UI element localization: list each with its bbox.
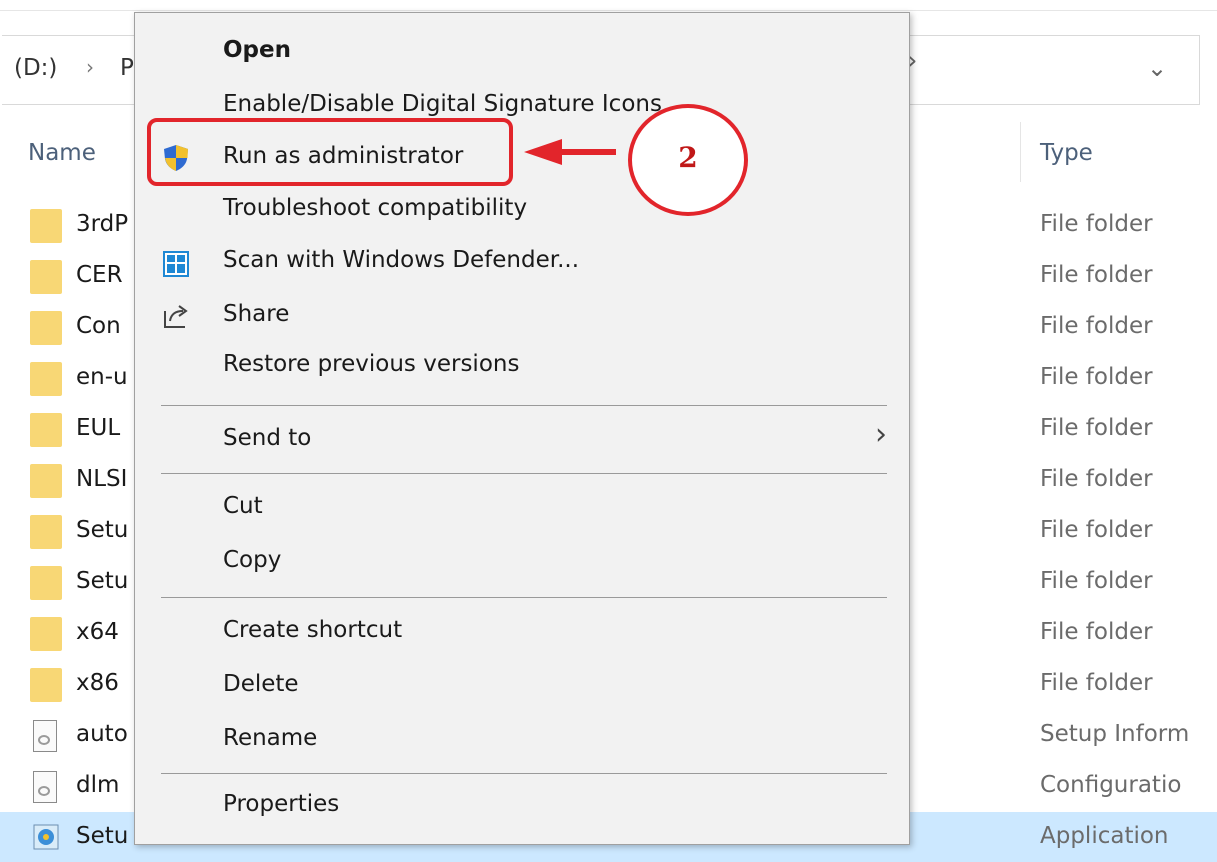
annotation-step-callout: 2: [628, 104, 748, 216]
setup-app-icon: [33, 824, 59, 850]
folder-icon: [30, 668, 62, 702]
file-name: x86: [76, 670, 119, 696]
folder-icon: [30, 617, 62, 651]
chevron-down-icon[interactable]: ⌄: [1147, 54, 1167, 82]
file-name: Setu: [76, 568, 129, 594]
menu-separator: [161, 405, 887, 406]
menu-item-label: Restore previous versions: [223, 351, 520, 377]
file-type: File folder: [1040, 262, 1153, 288]
menu-item-troubleshoot[interactable]: Troubleshoot compatibility: [135, 189, 911, 239]
menu-item-create-shortcut[interactable]: Create shortcut: [135, 611, 911, 661]
menu-separator: [161, 597, 887, 598]
menu-item-share[interactable]: Share: [135, 293, 911, 343]
menu-item-label: Share: [223, 301, 290, 327]
folder-icon: [30, 464, 62, 498]
menu-separator: [161, 473, 887, 474]
window-top-edge: [0, 0, 1217, 11]
folder-icon: [30, 413, 62, 447]
menu-item-label: Rename: [223, 725, 318, 751]
breadcrumb-separator: ›: [86, 55, 94, 79]
menu-item-cut[interactable]: Cut: [135, 487, 911, 537]
folder-icon: [30, 209, 62, 243]
menu-item-scan-defender[interactable]: Scan with Windows Defender...: [135, 241, 911, 291]
menu-item-label: Scan with Windows Defender...: [223, 247, 580, 273]
settings-file-icon: [33, 771, 57, 803]
menu-item-label: Cut: [223, 493, 263, 519]
menu-item-label: Create shortcut: [223, 617, 403, 643]
menu-item-restore-versions[interactable]: Restore previous versions: [135, 343, 911, 393]
settings-file-icon: [33, 720, 57, 752]
annotation-arrow-line: [560, 149, 616, 155]
file-type: File folder: [1040, 619, 1153, 645]
column-header-name[interactable]: Name: [28, 140, 96, 166]
file-type: File folder: [1040, 466, 1153, 492]
menu-item-label: Properties: [223, 791, 340, 817]
file-type: Configuratio: [1040, 772, 1182, 798]
file-type: File folder: [1040, 670, 1153, 696]
column-header-type[interactable]: Type: [1040, 140, 1093, 166]
menu-item-label: Open: [223, 37, 291, 63]
breadcrumb-drive[interactable]: (D:): [14, 55, 57, 81]
menu-item-delete[interactable]: Delete: [135, 663, 911, 713]
folder-icon: [30, 515, 62, 549]
folder-icon: [30, 260, 62, 294]
file-name: en-u: [76, 364, 128, 390]
file-name: EUL: [76, 415, 121, 441]
file-name: auto: [76, 721, 128, 747]
file-name: Con: [76, 313, 121, 339]
file-type: File folder: [1040, 313, 1153, 339]
share-icon: [164, 305, 188, 328]
file-name: Setu: [76, 517, 129, 543]
step-number: 2: [678, 141, 698, 174]
menu-item-label: Delete: [223, 671, 299, 697]
chevron-right-icon: ›: [875, 417, 887, 452]
file-type: File folder: [1040, 211, 1153, 237]
menu-item-properties[interactable]: Properties: [135, 785, 911, 835]
file-type: File folder: [1040, 517, 1153, 543]
file-name: NLSI: [76, 466, 128, 492]
annotation-highlight-box: [147, 118, 513, 186]
breadcrumb-folder[interactable]: P: [120, 55, 134, 81]
file-name: dlm: [76, 772, 120, 798]
file-type: Setup Inform: [1040, 721, 1190, 747]
file-type: File folder: [1040, 568, 1153, 594]
folder-icon: [30, 311, 62, 345]
file-name: Setu: [76, 823, 129, 849]
file-type: File folder: [1040, 364, 1153, 390]
menu-item-rename[interactable]: Rename: [135, 715, 911, 765]
folder-icon: [30, 566, 62, 600]
file-name: x64: [76, 619, 119, 645]
column-divider[interactable]: [1020, 122, 1021, 182]
windows-defender-icon: [163, 251, 189, 277]
annotation-arrow-head: [524, 139, 562, 165]
file-name: 3rdP: [76, 211, 129, 237]
menu-item-label: Send to: [223, 425, 312, 451]
menu-item-open[interactable]: Open: [135, 33, 911, 83]
menu-item-label: Copy: [223, 547, 282, 573]
menu-item-label: Troubleshoot compatibility: [223, 195, 528, 221]
menu-item-send-to[interactable]: Send to ›: [135, 417, 911, 467]
file-type: File folder: [1040, 415, 1153, 441]
file-type: Application: [1040, 823, 1169, 849]
file-name: CER: [76, 262, 123, 288]
folder-icon: [30, 362, 62, 396]
menu-separator: [161, 773, 887, 774]
menu-item-copy[interactable]: Copy: [135, 539, 911, 589]
menu-item-label: Enable/Disable Digital Signature Icons: [223, 91, 662, 117]
